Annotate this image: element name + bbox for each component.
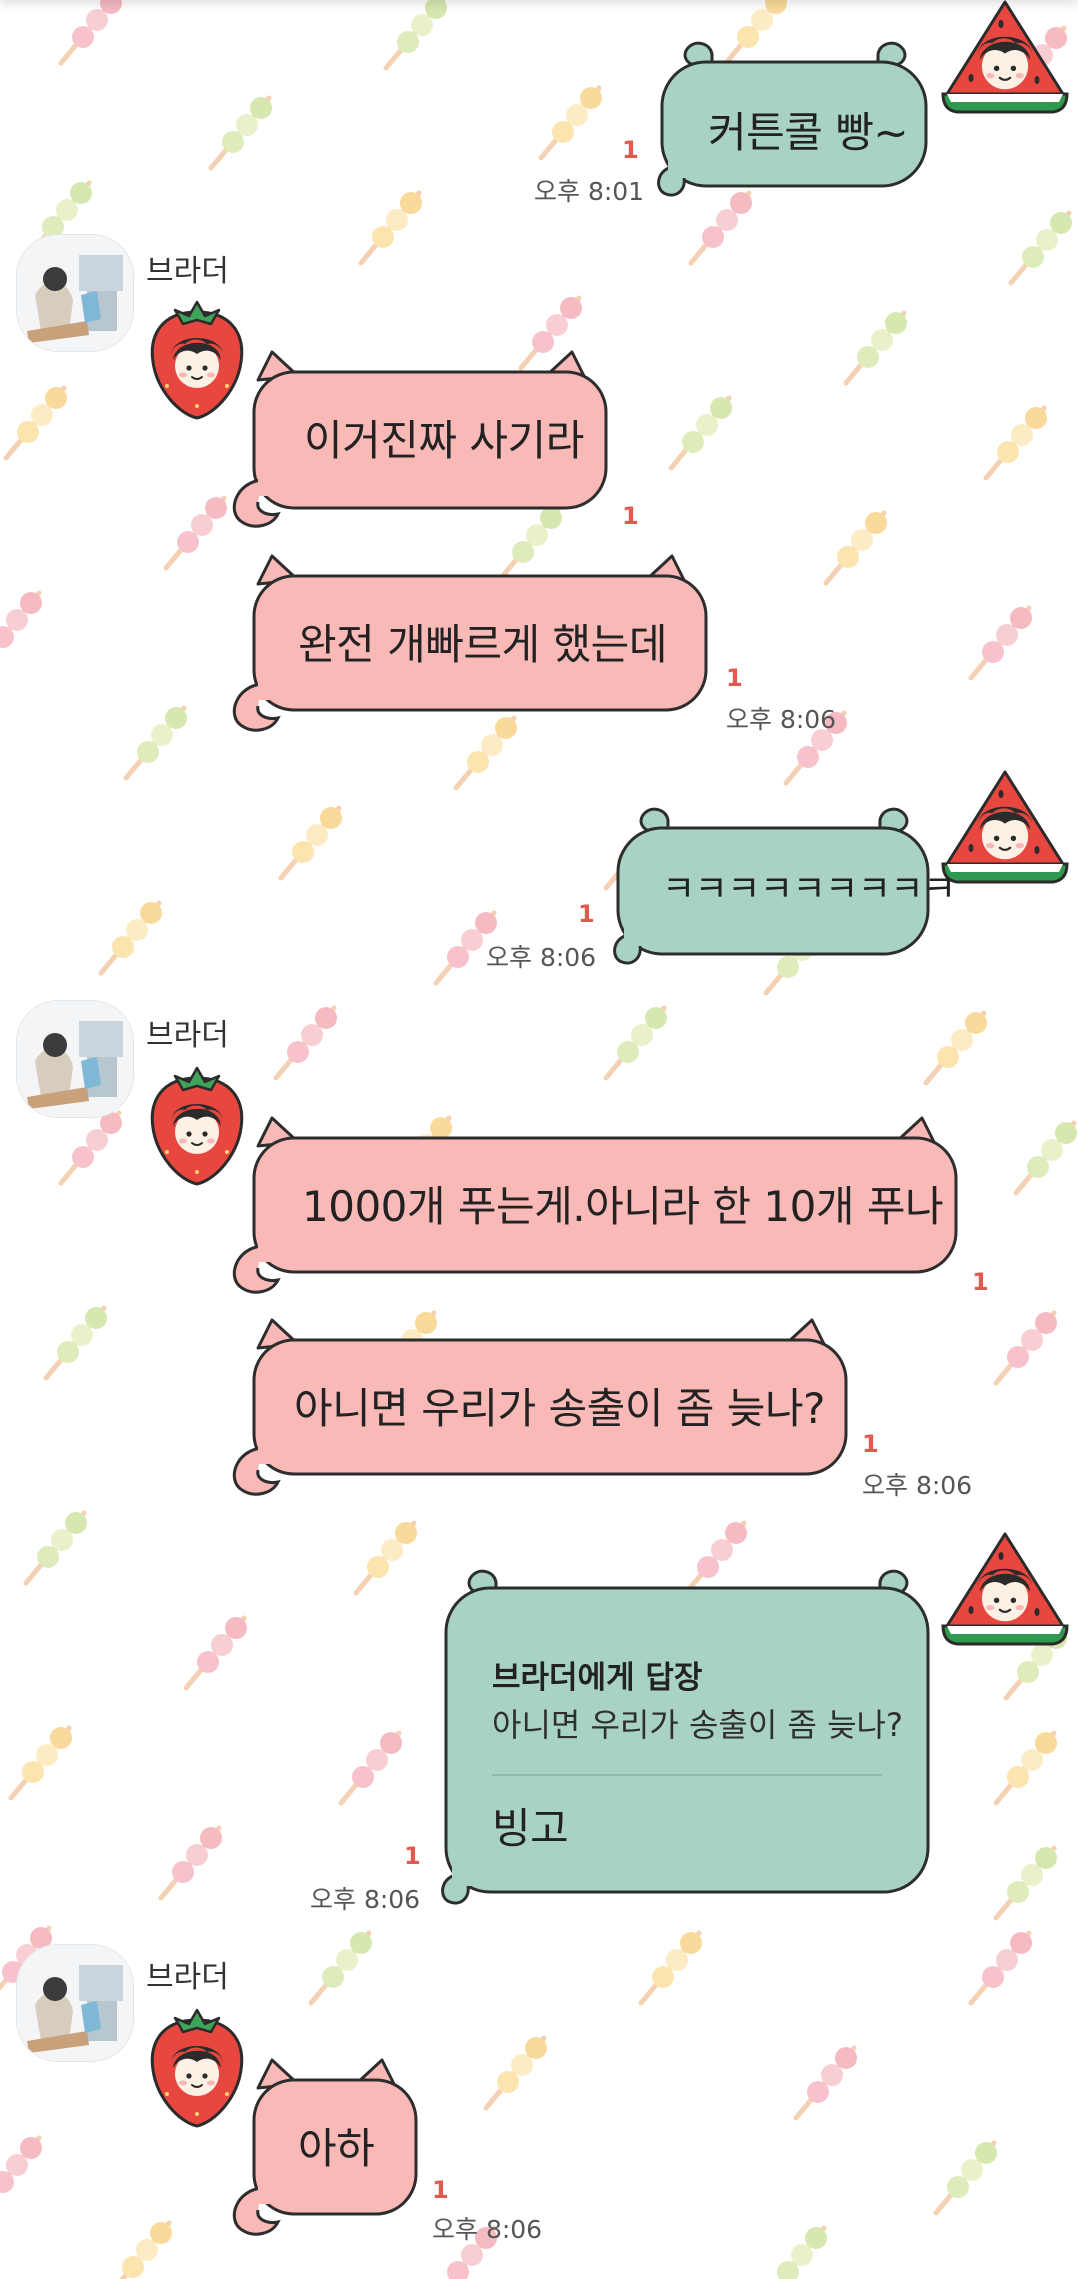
profile-photo-icon [17,1945,133,2061]
unread-count: 1 [622,502,639,530]
message-text: 이거진짜 사기라 [304,416,584,465]
reply-quoted-text[interactable]: 아니면 우리가 송출이 좀 늦나? [492,1700,903,1746]
unread-count: 1 [432,2176,449,2204]
message-text: ㅋㅋㅋㅋㅋㅋㅋㅋㅋ [662,869,956,910]
reply-bubble-sent[interactable]: 브라더에게 답장 아니면 우리가 송출이 좀 늦나? 빙고 [440,1568,936,1908]
sender-name: 브라더 [146,1018,229,1053]
message-bubble-received[interactable]: 아하 [232,2058,422,2238]
message-bubble-sent[interactable]: ㅋㅋㅋㅋㅋㅋㅋㅋㅋ [612,806,956,970]
message-time: 오후 8:06 [862,1471,973,1500]
message-text: 완전 개빠르게 했는데 [298,620,667,669]
sender-avatar[interactable] [16,234,134,352]
message-time: 오후 8:06 [726,705,837,734]
sender-avatar[interactable] [16,1000,134,1118]
sender-name: 브라더 [146,254,229,289]
message-text: 1000개 푸는게.아니라 한 10개 푸나 [302,1182,944,1231]
sender-name: 브라더 [146,1960,229,1995]
profile-photo-icon [17,235,133,351]
message-text: 아니면 우리가 송출이 좀 늦나? [294,1384,825,1433]
message-bubble-received[interactable]: 1000개 푸는게.아니라 한 10개 푸나 [232,1116,962,1296]
unread-count: 1 [622,136,639,164]
reply-header: 브라더에게 답장 [492,1660,703,1696]
message-time: 오후 8:06 [486,943,597,972]
reply-divider [492,1774,882,1776]
message-text: 아하 [298,2124,375,2173]
watermelon-sticker-icon [940,0,1070,120]
message-time: 오후 8:01 [534,177,645,206]
unread-count: 1 [404,1842,421,1870]
unread-count: 1 [578,900,595,928]
message-time: 오후 8:06 [310,1885,421,1914]
unread-count: 1 [972,1268,989,1296]
sender-avatar[interactable] [16,1944,134,2062]
unread-count: 1 [726,664,743,692]
chat-room[interactable]: 커튼콜 빵~ 1 오후 8:01 브라더 이거진짜 사기라 1 완전 개빠르게 … [0,0,1078,2279]
message-time: 오후 8:06 [432,2215,543,2244]
profile-photo-icon [17,1001,133,1117]
message-bubble-received[interactable]: 이거진짜 사기라 [232,350,612,530]
message-text: 빙고 [492,1804,569,1853]
message-bubble-received[interactable]: 아니면 우리가 송출이 좀 늦나? [232,1318,852,1498]
watermelon-sticker-icon [940,1532,1070,1652]
unread-count: 1 [862,1430,879,1458]
message-text: 커튼콜 빵~ [708,108,909,157]
message-bubble-sent[interactable]: 커튼콜 빵~ [656,40,934,200]
watermelon-sticker-icon [940,770,1070,890]
message-bubble-received[interactable]: 완전 개빠르게 했는데 [232,554,712,734]
